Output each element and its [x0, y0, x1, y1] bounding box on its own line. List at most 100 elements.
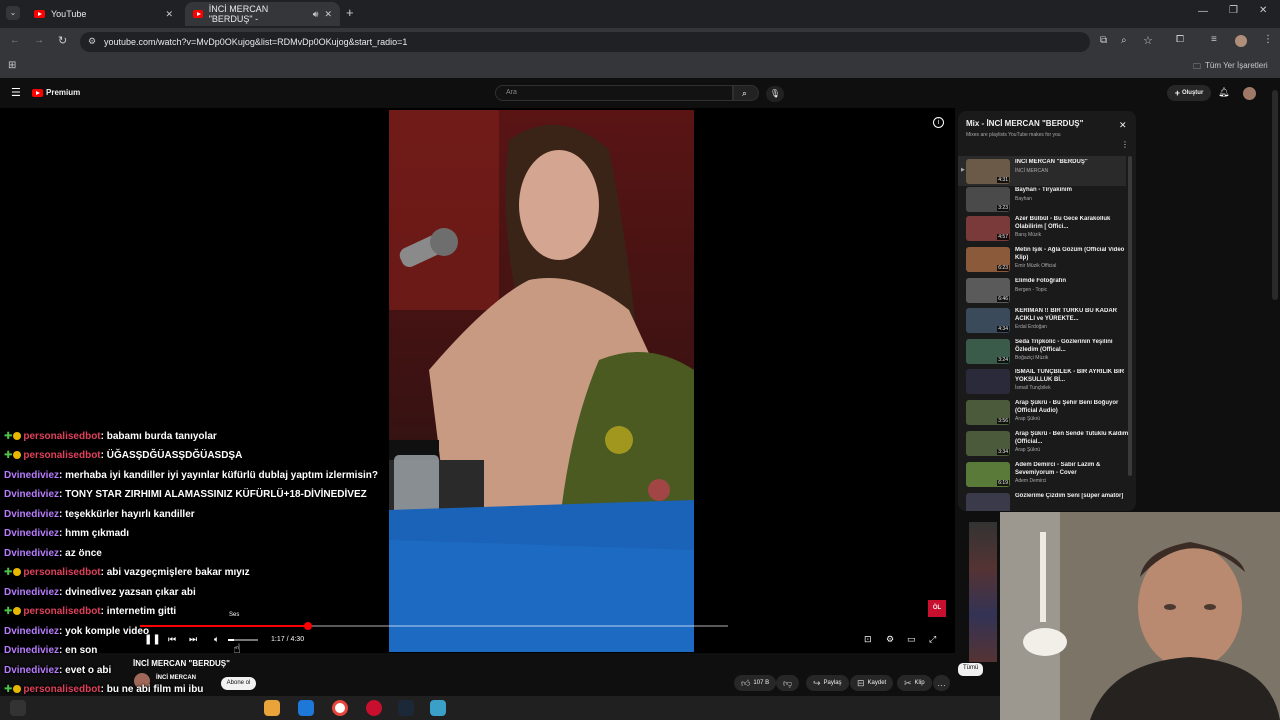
- close-playlist-icon[interactable]: ✕: [1119, 120, 1127, 131]
- like-count: 107 B: [753, 680, 770, 686]
- new-tab-icon[interactable]: +: [346, 5, 354, 20]
- plus-icon: +: [1174, 88, 1180, 98]
- share-icon: ↪: [813, 677, 821, 688]
- chat-text: : TONY STAR ZIRHIMI ALAMASSINIZ KÜFÜRLÜ+…: [59, 489, 367, 500]
- progress-scrubber[interactable]: [303, 622, 312, 630]
- video-title: Bayhan - Tiryakinim: [1015, 187, 1072, 193]
- channel-name: Emir Müzik Official: [1015, 263, 1057, 269]
- video-thumbnail: 3:56: [966, 400, 1010, 425]
- next-icon[interactable]: ⏭︎: [189, 634, 197, 645]
- hamburger-menu-icon[interactable]: ☰: [11, 86, 21, 99]
- video-frame[interactable]: [389, 110, 694, 652]
- previous-icon[interactable]: ⏮︎: [168, 634, 176, 645]
- forward-icon[interactable]: →: [34, 35, 44, 46]
- all-bookmarks-button[interactable]: 🗀 Tüm Yer İşaretleri: [1193, 61, 1268, 75]
- app-icon[interactable]: [430, 700, 446, 716]
- video-title: Arap Şükrü - Bu Şehir Beni Boğuyor (Offi…: [1015, 400, 1119, 414]
- restore-icon[interactable]: ❐: [1229, 5, 1238, 16]
- create-button[interactable]: + Oluştur: [1167, 85, 1211, 101]
- channel-name[interactable]: İNCİ MERCAN: [156, 675, 196, 681]
- save-button[interactable]: ⊟ Kaydet: [850, 675, 894, 691]
- dislike-button[interactable]: 👎︎: [776, 675, 800, 691]
- close-window-icon[interactable]: ✕: [1259, 5, 1267, 16]
- theater-mode-icon[interactable]: ▭: [907, 634, 916, 645]
- notifications-bell-icon[interactable]: 🔔︎: [1218, 87, 1229, 98]
- browser-tab-bar: ⌄ YouTube ✕ İNCİ MERCAN "BERDUŞ" - 🔊︎ ✕ …: [0, 0, 1280, 28]
- chat-message: ✚ personalisedbot: abi vazgeçmişlere baka…: [4, 567, 250, 578]
- playlist-item[interactable]: 6:19 Adem Demirci - Sabır Lazım & Sevemiy…: [966, 462, 1131, 492]
- more-horizontal-icon: …: [937, 677, 946, 688]
- playlist-item[interactable]: 6:23 Metin Işık - Ağla Gözüm (Official Vi…: [966, 247, 1131, 277]
- related-thumbnails-partial[interactable]: [969, 522, 997, 662]
- chat-message: Dvinediviez: teşekkürler hayırlı kandill…: [4, 509, 195, 520]
- bookmark-star-icon[interactable]: ☆: [1143, 34, 1153, 47]
- playlist-item[interactable]: 3:23 Bayhan - Tiryakinim Bayhan: [966, 187, 1131, 217]
- start-menu-icon[interactable]: [10, 700, 26, 716]
- close-tab-icon[interactable]: ✕: [165, 9, 173, 20]
- site-info-icon[interactable]: ⚙: [88, 36, 96, 47]
- tab-search-icon[interactable]: ⌄: [6, 6, 20, 20]
- bot-badge-icon: [13, 432, 22, 440]
- fullscreen-icon[interactable]: ⤢: [929, 634, 936, 645]
- profile-avatar[interactable]: [1235, 35, 1247, 47]
- browser-menu-icon[interactable]: ⋮: [1263, 34, 1273, 45]
- file-explorer-icon[interactable]: [264, 700, 280, 716]
- obs-icon[interactable]: [366, 700, 382, 716]
- duration-badge: 6:23: [997, 265, 1009, 271]
- tab-current-video[interactable]: İNCİ MERCAN "BERDUŞ" - 🔊︎ ✕: [185, 2, 340, 26]
- playlist-item[interactable]: Gözlerime Çizdim Seni [süper amatör]: [966, 493, 1131, 511]
- share-label: Paylaş: [823, 680, 842, 686]
- playlist-item[interactable]: İSMAİL TUNÇBİLEK - BİR AYRILIK BİR YOKSU…: [966, 369, 1131, 399]
- zoom-icon[interactable]: ⌕: [1121, 35, 1127, 46]
- voice-search-button[interactable]: 🎙︎: [766, 86, 784, 102]
- subscribe-button[interactable]: Abone ol: [221, 677, 256, 690]
- reload-icon[interactable]: ↻: [58, 34, 67, 47]
- settings-gear-icon[interactable]: ⚙: [886, 634, 894, 645]
- playlist-item[interactable]: 6:46 Elimde Fotoğrafın Bergen - Topic: [966, 278, 1131, 308]
- steam-icon[interactable]: [398, 700, 414, 716]
- playlist-item[interactable]: 3:56 Arap Şükrü - Bu Şehir Beni Boğuyor (…: [966, 400, 1131, 430]
- install-app-icon[interactable]: ⧉: [1100, 35, 1107, 46]
- info-icon[interactable]: i: [933, 117, 944, 128]
- address-bar[interactable]: ⚙ youtube.com/watch?v=MvDp0OKujog&list=R…: [80, 32, 1090, 52]
- chat-text: : bu ne abi film mi ibu: [100, 684, 204, 695]
- outlook-icon[interactable]: [298, 700, 314, 716]
- playlist-item[interactable]: 3:34 Arap Şükrü - Ben Sende Tutuklu Kaldı…: [966, 431, 1131, 461]
- subtitles-icon[interactable]: ⊡: [864, 634, 872, 645]
- channel-watermark-icon[interactable]: ÖL: [928, 600, 946, 617]
- clip-button[interactable]: ✂ Klip: [897, 675, 932, 691]
- close-tab-icon[interactable]: ✕: [324, 9, 332, 20]
- share-button[interactable]: ↪ Paylaş: [806, 675, 849, 691]
- folder-icon: 🗀: [1193, 62, 1201, 71]
- chat-message: Dvinediviez: en son: [4, 645, 97, 656]
- time-display: 1:17 / 4:30: [271, 636, 305, 643]
- channel-name: Bergen - Topic: [1015, 286, 1048, 293]
- channel-name: Arap Şükrü: [1015, 447, 1041, 453]
- playlist-menu-icon[interactable]: ⋮: [1121, 140, 1129, 149]
- account-avatar[interactable]: [1243, 87, 1256, 100]
- playlist-item[interactable]: 4:31 İNCİ MERCAN "BERDUŞ" İNCİ MERCAN: [966, 159, 1131, 189]
- like-button[interactable]: 👍︎ 107 B: [734, 675, 777, 691]
- playlist-scrollbar[interactable]: [1128, 156, 1132, 476]
- audio-playing-icon[interactable]: 🔊︎: [313, 9, 319, 20]
- chrome-icon[interactable]: [332, 700, 348, 716]
- chat-username: Dvinediviez: [4, 665, 60, 676]
- back-icon[interactable]: ←: [10, 35, 20, 46]
- playlist-item[interactable]: 4:34 KERİMAN !! BİR TÜRKÜ BU KADAR ACIKLI…: [966, 308, 1131, 338]
- more-actions-button[interactable]: …: [933, 675, 950, 691]
- media-control-icon[interactable]: ≡: [1211, 34, 1217, 45]
- search-button[interactable]: ⌕: [733, 85, 759, 101]
- extensions-icon[interactable]: ⧠: [1176, 34, 1184, 45]
- playlist-item[interactable]: 3:24 Seda Tripkolic - Gözlerinin Yeşilini…: [966, 339, 1131, 369]
- apps-grid-icon[interactable]: ⊞: [8, 60, 16, 71]
- playlist-item[interactable]: 4:57 Azer Bülbül - Bu Gece Karakolluk Ola…: [966, 216, 1131, 246]
- chat-text: : dvinedivez yazsan çıkar abi: [59, 587, 196, 598]
- search-input[interactable]: Ara: [495, 85, 733, 101]
- minimize-icon[interactable]: —: [1198, 6, 1208, 17]
- filter-chip-all[interactable]: Tümü: [958, 663, 984, 676]
- volume-icon[interactable]: 🔈︎: [214, 634, 219, 645]
- scissors-icon: ✂: [904, 677, 912, 688]
- page-scrollbar[interactable]: [1272, 90, 1278, 300]
- tab-youtube[interactable]: YouTube ✕: [26, 2, 181, 26]
- youtube-logo[interactable]: Premium: [32, 88, 80, 97]
